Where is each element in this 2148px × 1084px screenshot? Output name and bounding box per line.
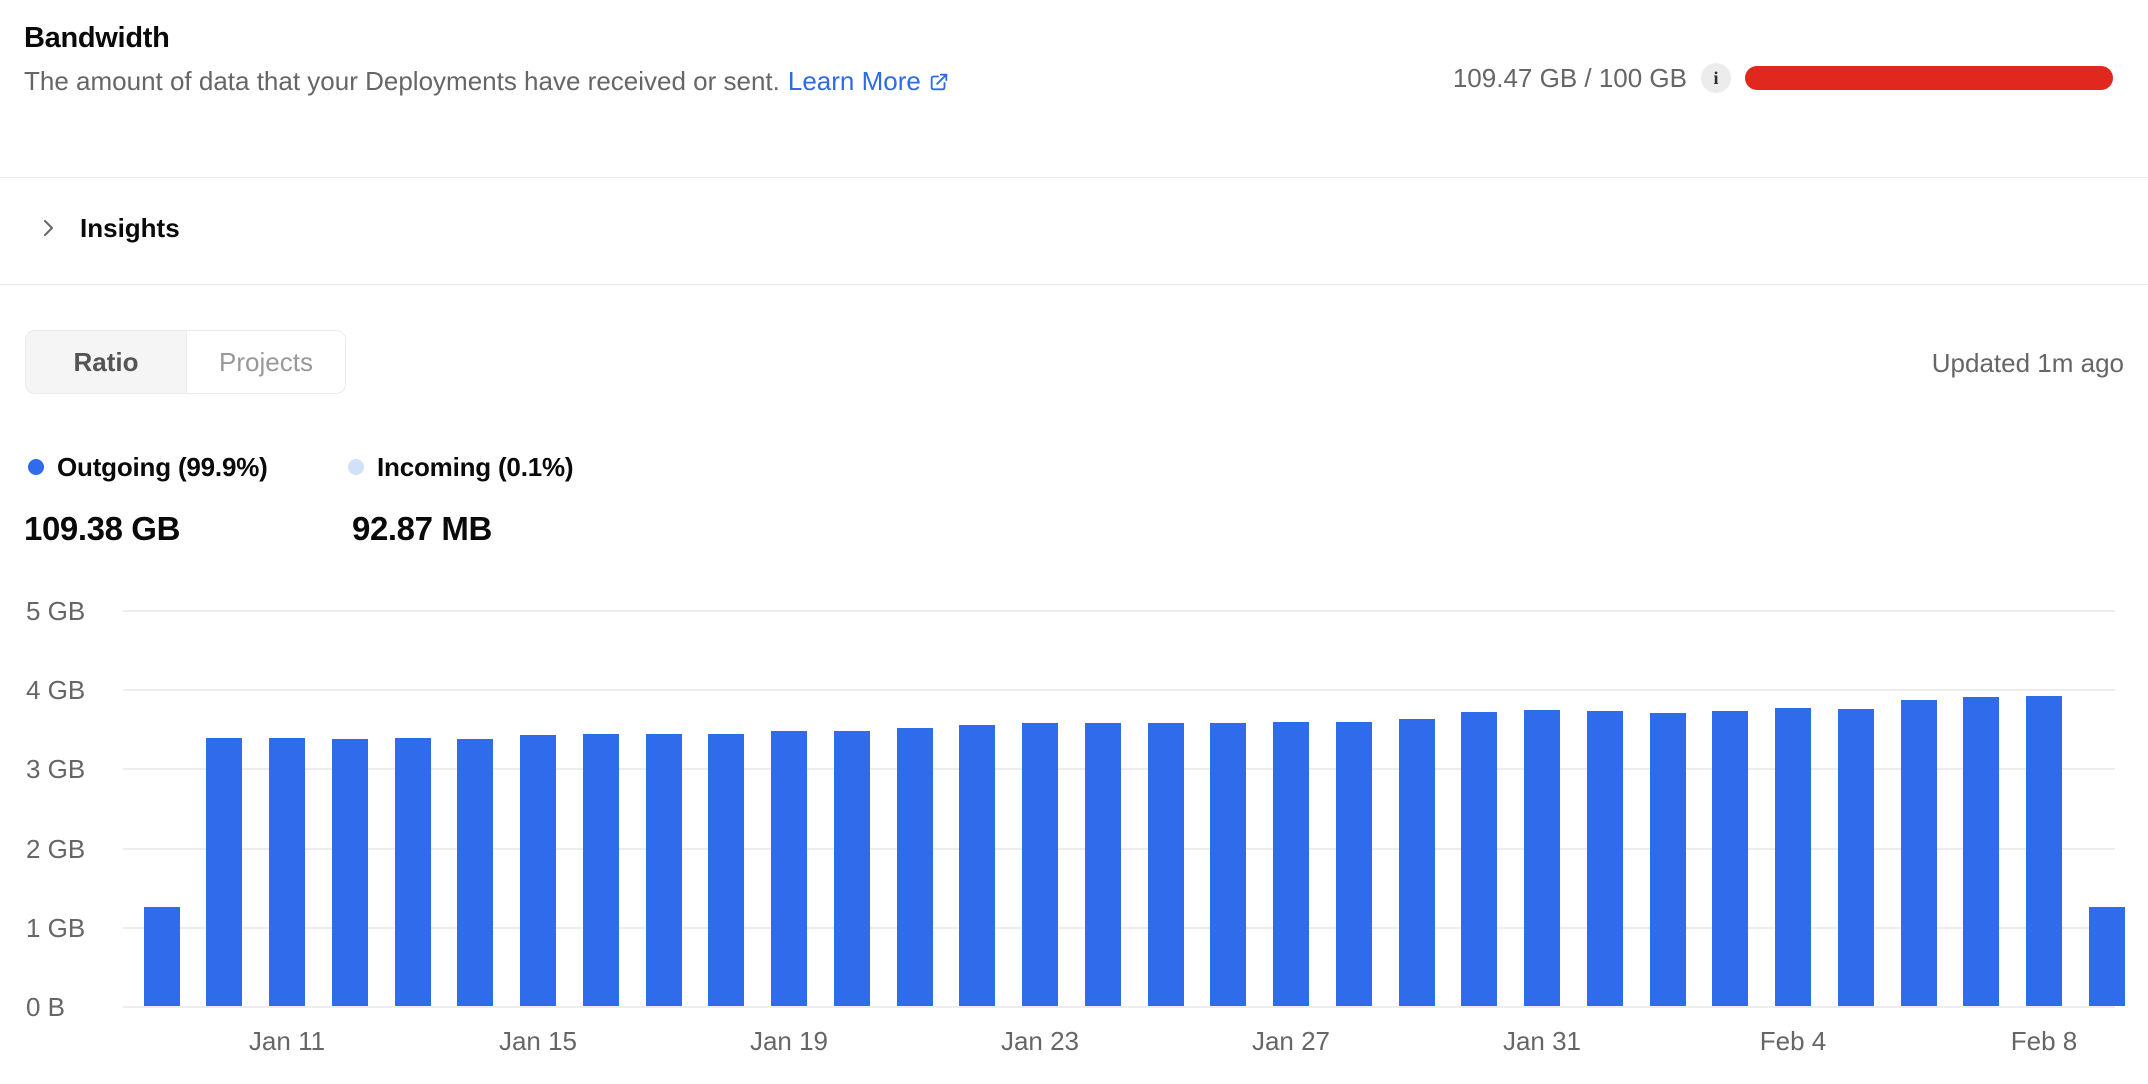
gridline [123, 610, 2115, 612]
bar[interactable] [1587, 711, 1623, 1006]
bandwidth-usage-page: Bandwidth The amount of data that your D… [0, 0, 2148, 1084]
y-axis-tick-label: 0 B [26, 991, 65, 1023]
learn-more-link[interactable]: Learn More [788, 66, 950, 97]
page-title: Bandwidth [24, 22, 170, 55]
gridline [123, 1006, 2115, 1008]
bar[interactable] [2089, 907, 2125, 1006]
bar[interactable] [269, 738, 305, 1006]
bar[interactable] [1085, 723, 1121, 1006]
bar[interactable] [1901, 700, 1937, 1006]
bar[interactable] [144, 907, 180, 1006]
bar[interactable] [1775, 708, 1811, 1006]
learn-more-label: Learn More [788, 66, 921, 97]
x-axis-tick-label: Jan 27 [1211, 1025, 1371, 1057]
external-link-icon [928, 71, 950, 93]
incoming-total-value: 92.87 MB [352, 510, 492, 548]
bar[interactable] [1461, 712, 1497, 1006]
usage-summary: 109.47 GB / 100 GB i [1453, 58, 2113, 98]
bar[interactable] [395, 738, 431, 1006]
bar[interactable] [1022, 723, 1058, 1006]
chevron-right-icon [36, 216, 60, 240]
bar[interactable] [1712, 711, 1748, 1006]
bar[interactable] [1210, 723, 1246, 1006]
description-text: The amount of data that your Deployments… [24, 66, 780, 97]
bar[interactable] [1963, 697, 1999, 1006]
updated-timestamp: Updated 1m ago [1932, 348, 2124, 379]
usage-progress-bar [1745, 66, 2113, 90]
bar[interactable] [206, 738, 242, 1006]
outgoing-dot-icon [28, 459, 44, 475]
bar[interactable] [1399, 719, 1435, 1006]
bar[interactable] [1524, 710, 1560, 1006]
usage-amount-text: 109.47 GB / 100 GB [1453, 63, 1687, 94]
x-axis-tick-label: Feb 4 [1713, 1025, 1873, 1057]
bar[interactable] [457, 739, 493, 1006]
tab-ratio[interactable]: Ratio [26, 331, 187, 393]
bandwidth-bar-chart: 5 GB 4 GB 3 GB 2 GB 1 GB 0 B Jan 11 Jan 15 Jan 1… [0, 563, 2148, 1084]
x-axis-tick-label: Jan 15 [458, 1025, 618, 1057]
y-axis-tick-label: 2 GB [26, 833, 85, 865]
bar[interactable] [520, 735, 556, 1006]
bar[interactable] [708, 734, 744, 1006]
x-axis-tick-label: Jan 19 [709, 1025, 869, 1057]
bar[interactable] [583, 734, 619, 1006]
legend-item-outgoing: Outgoing (99.9%) [28, 453, 268, 481]
ratio-projects-tabs: Ratio Projects [25, 330, 346, 394]
x-axis-tick-label: Jan 11 [207, 1025, 367, 1057]
incoming-label: Incoming (0.1%) [377, 452, 573, 483]
info-icon[interactable]: i [1701, 63, 1731, 93]
x-axis-tick-label: Jan 23 [960, 1025, 1120, 1057]
x-axis-tick-label: Feb 8 [1964, 1025, 2124, 1057]
bar[interactable] [897, 728, 933, 1006]
bar[interactable] [332, 739, 368, 1006]
y-axis-tick-label: 4 GB [26, 674, 85, 706]
bar[interactable] [1336, 722, 1372, 1006]
bar[interactable] [1650, 713, 1686, 1006]
outgoing-label: Outgoing (99.9%) [57, 452, 268, 483]
x-axis-tick-label: Jan 31 [1462, 1025, 1622, 1057]
gridline [123, 689, 2115, 691]
page-description: The amount of data that your Deployments… [24, 66, 950, 97]
y-axis-tick-label: 3 GB [26, 753, 85, 785]
tab-projects[interactable]: Projects [187, 331, 345, 393]
y-axis-tick-label: 5 GB [26, 595, 85, 627]
insights-expander[interactable] [0, 177, 2148, 284]
bar[interactable] [1148, 723, 1184, 1006]
bar[interactable] [771, 731, 807, 1006]
bar[interactable] [1838, 709, 1874, 1006]
bar[interactable] [959, 725, 995, 1006]
bar[interactable] [834, 731, 870, 1006]
legend-item-incoming: Incoming (0.1%) [348, 453, 573, 481]
incoming-dot-icon [348, 459, 364, 475]
insights-label: Insights [80, 212, 180, 244]
outgoing-total-value: 109.38 GB [24, 510, 180, 548]
bar[interactable] [646, 734, 682, 1006]
y-axis-tick-label: 1 GB [26, 912, 85, 944]
insights-divider [0, 284, 2148, 285]
bar[interactable] [1273, 722, 1309, 1006]
bar[interactable] [2026, 696, 2062, 1006]
